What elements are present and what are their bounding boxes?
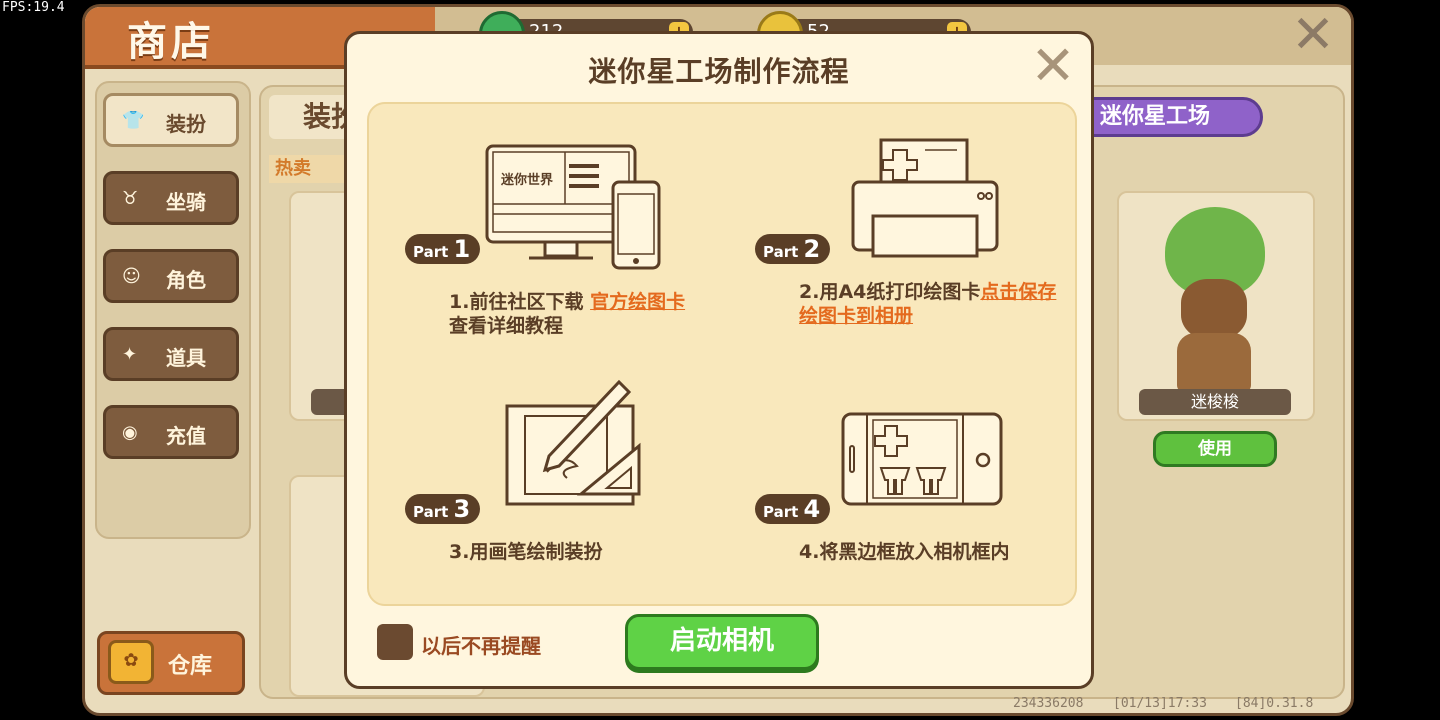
step-2-text: 2.用A4纸打印绘图卡点击保存绘图卡到相册 [799, 280, 1069, 328]
step-2-prefix: 2.用A4纸打印绘图卡 [799, 281, 981, 303]
sidebar-item-label: 道具 [166, 346, 206, 370]
monitor-logo-text: 迷你世界 [500, 172, 553, 188]
step-3-label: 3.用画笔绘制装扮 [449, 541, 603, 563]
part-number: 4 [803, 495, 821, 523]
sidebar-item-props[interactable]: ✦ 道具 [103, 327, 239, 381]
shop-title: 商店 [127, 19, 215, 65]
step-1-prefix: 1.前往社区下载 [449, 291, 591, 313]
start-camera-button[interactable]: 启动相机 [625, 614, 819, 670]
sidebar-item-label: 坐骑 [166, 190, 206, 214]
step-3-text: 3.用画笔绘制装扮 [449, 540, 709, 564]
warehouse-label: 仓库 [168, 654, 213, 679]
character-face-illustration [1181, 279, 1247, 339]
item-name: 迷梭梭 [1139, 389, 1291, 415]
use-button[interactable]: 使用 [1153, 431, 1277, 467]
part-badge-2: Part 2 [755, 234, 831, 264]
dont-remind-label: 以后不再提醒 [421, 634, 541, 658]
dialog-title: 迷你星工场制作流程 [588, 55, 850, 88]
sidebar-item-character[interactable]: ☺ 角色 [103, 249, 239, 303]
part-badge-4: Part 4 [755, 494, 831, 524]
footer-user-id: 234336208 [1013, 696, 1084, 711]
part-label: Part [413, 243, 449, 261]
part-number: 3 [453, 495, 471, 523]
sidebar-item-label: 装扮 [166, 112, 206, 136]
monitor-phone-illustration: 迷你世界 [485, 144, 661, 270]
character-icon: ☺ [122, 266, 141, 287]
sidebar-item-label: 角色 [166, 268, 206, 292]
shirt-icon: 👕 [122, 110, 145, 131]
part-label: Part [413, 503, 449, 521]
mount-icon: ♉ [122, 188, 139, 209]
hot-sale-label: 热卖 [269, 155, 355, 183]
official-card-link[interactable]: 官方绘图卡 [590, 291, 685, 313]
part-label: Part [763, 503, 799, 521]
fps-counter: FPS:19.4 [2, 0, 65, 15]
warehouse-button[interactable]: ✿ 仓库 [97, 631, 245, 695]
sidebar-item-label: 充值 [166, 424, 206, 448]
character-body-illustration [1177, 333, 1251, 393]
category-sidebar: 👕 装扮 ♉ 坐骑 ☺ 角色 ✦ 道具 ◉ 充值 [95, 81, 251, 539]
shop-close-icon[interactable]: ✕ [1289, 9, 1337, 61]
sidebar-item-outfit[interactable]: 👕 装扮 [103, 93, 239, 147]
step-1-text: 1.前往社区下载 官方绘图卡查看详细教程 [449, 290, 699, 338]
part-number: 1 [453, 235, 471, 263]
part-badge-1: Part 1 [405, 234, 481, 264]
footer-time: [01/13]17:33 [1113, 696, 1207, 711]
dialog-close-icon[interactable]: ✕ [1029, 39, 1077, 93]
part-label: Part [763, 243, 799, 261]
sidebar-item-recharge[interactable]: ◉ 充值 [103, 405, 239, 459]
part-number: 2 [803, 235, 821, 263]
sidebar-item-mount[interactable]: ♉ 坐骑 [103, 171, 239, 225]
footer-version: [84]0.31.8 [1235, 696, 1314, 711]
steps-panel: 迷你世界 Part 1 1.前往社区下载 官方绘图卡查看详细教程 Part 2 … [367, 102, 1077, 606]
workshop-process-dialog: 迷你星工场制作流程 ✕ 迷你世界 Part 1 1.前往社区下载 官方绘图卡查看… [344, 31, 1094, 689]
step-4-label: 4.将黑边框放入相机框内 [799, 541, 1010, 563]
part-badge-3: Part 3 [405, 494, 481, 524]
coins-icon: ◉ [122, 422, 138, 443]
item-card-mini-shuttle[interactable]: 迷梭梭 [1117, 191, 1315, 421]
step-4-text: 4.将黑边框放入相机框内 [799, 540, 1069, 564]
printer-illustration [851, 138, 999, 258]
chest-icon: ✿ [108, 640, 154, 684]
drawing-pencil-illustration [505, 379, 641, 506]
item-icon: ✦ [122, 344, 138, 365]
step-1-suffix: 查看详细教程 [449, 315, 564, 337]
dont-remind-checkbox[interactable] [377, 624, 413, 660]
phone-camera-illustration [841, 412, 1003, 506]
